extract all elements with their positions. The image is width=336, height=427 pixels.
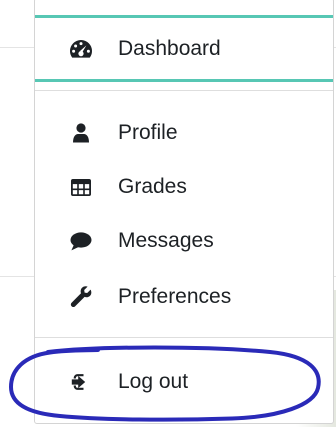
table-icon: [66, 178, 96, 196]
menu-item-label: Preferences: [118, 285, 232, 308]
menu-item-label: Messages: [118, 229, 214, 252]
wrench-icon: [66, 286, 96, 308]
menu-divider: [35, 90, 333, 91]
menu-item-preferences[interactable]: Preferences: [35, 277, 333, 317]
menu-item-label: Profile: [118, 121, 178, 144]
menu-item-grades[interactable]: Grades: [35, 167, 333, 207]
menu-item-label: Grades: [118, 175, 187, 198]
menu-item-dashboard[interactable]: Dashboard: [35, 15, 333, 82]
user-icon: [66, 123, 96, 143]
menu-item-label: Dashboard: [118, 36, 221, 60]
menu-item-messages[interactable]: Messages: [35, 221, 333, 261]
comment-icon: [66, 231, 96, 251]
dashboard-icon: [66, 39, 96, 59]
menu-divider: [35, 337, 333, 338]
annotation-circle: [8, 345, 321, 422]
menu-item-profile[interactable]: Profile: [35, 113, 333, 153]
